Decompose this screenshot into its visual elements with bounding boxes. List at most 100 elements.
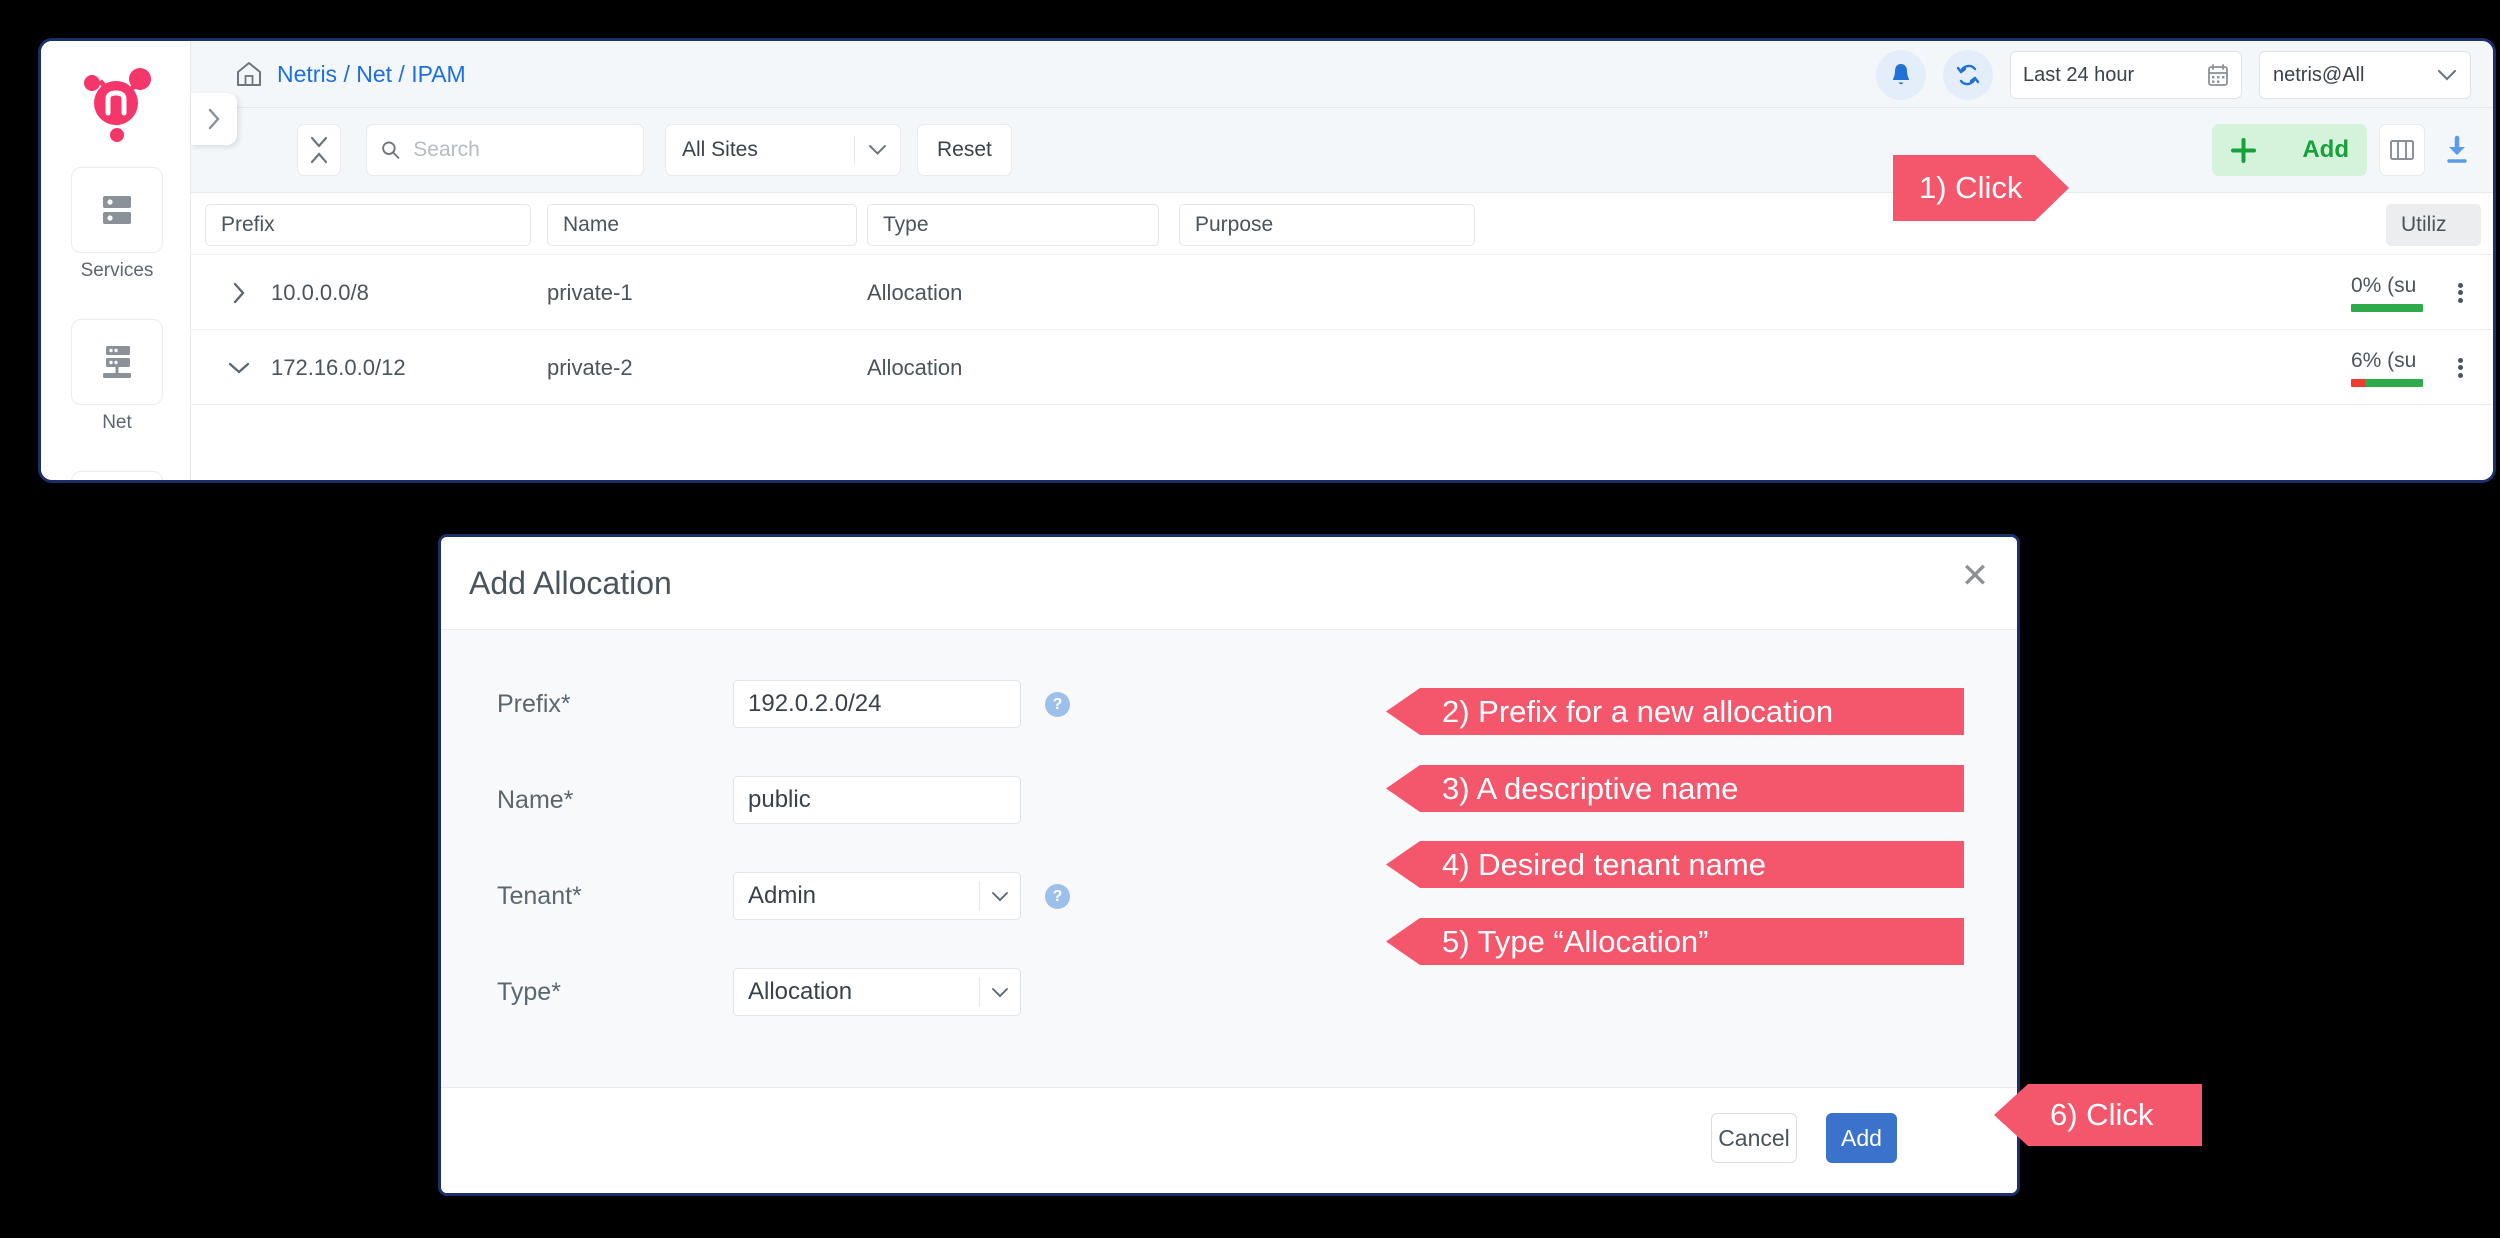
- callout-step-3: 3) A descriptive name: [1386, 765, 1964, 812]
- sidebar-item-label: Services: [80, 260, 154, 281]
- field-label-type: Type*: [497, 977, 561, 1006]
- cell-type: Allocation: [867, 354, 963, 380]
- chevron-down-icon: [980, 987, 1020, 998]
- prefix-field[interactable]: [733, 680, 1021, 728]
- date-range-picker[interactable]: Last 24 hour: [2010, 51, 2242, 99]
- modal-header: Add Allocation ✕: [441, 537, 2017, 629]
- calendar-icon: [2208, 64, 2228, 86]
- tenant-selector[interactable]: netris@All: [2259, 51, 2471, 99]
- chevron-down-icon: [228, 362, 250, 374]
- bell-icon: [1893, 64, 1909, 85]
- reset-label: Reset: [937, 138, 992, 161]
- cell-type: Allocation: [867, 279, 963, 305]
- name-input[interactable]: [734, 786, 1020, 814]
- column-filter-type[interactable]: Type: [867, 204, 1159, 246]
- column-filter-name[interactable]: Name: [547, 204, 857, 246]
- ipam-table: Prefix Name Type Purpose Utiliz 10.0.0.0…: [191, 192, 2493, 480]
- callout-text: 3) A descriptive name: [1442, 770, 1739, 806]
- notifications-button[interactable]: [1876, 50, 1926, 100]
- collapse-rows-icon: [310, 136, 328, 164]
- home-icon: [237, 62, 261, 86]
- modal-add-label: Add: [1841, 1124, 1882, 1151]
- sites-select[interactable]: All Sites: [665, 124, 901, 176]
- column-filter-prefix[interactable]: Prefix: [205, 204, 531, 246]
- columns-icon: [2390, 140, 2414, 160]
- breadcrumb-label[interactable]: Netris / Net / IPAM: [277, 61, 466, 88]
- add-button-label: Add: [2302, 136, 2349, 163]
- cell-utilization: 0% (su: [2351, 255, 2431, 330]
- partial-icon: [71, 471, 163, 480]
- utilization-bar: [2351, 303, 2423, 312]
- table-filter-row: Prefix Name Type Purpose Utiliz: [191, 193, 2493, 255]
- topbar: Netris / Net / IPAM Last 24 hour netris@…: [191, 41, 2493, 108]
- help-icon-prefix[interactable]: ?: [1045, 692, 1070, 717]
- chevron-right-icon: [208, 108, 220, 130]
- row-menu-button[interactable]: [2445, 330, 2475, 405]
- refresh-button[interactable]: [1943, 50, 1993, 100]
- cell-name: private-2: [547, 354, 633, 380]
- search-icon: [382, 141, 400, 159]
- refresh-icon: [1956, 64, 1980, 86]
- help-icon-tenant[interactable]: ?: [1045, 884, 1070, 909]
- field-row-type: Type* Allocation: [441, 968, 2017, 1016]
- browser-window: Services Net Netris / Net / IPAM Last 24…: [38, 38, 2496, 483]
- column-header-utilization[interactable]: Utiliz: [2386, 204, 2481, 246]
- tenant-select-value: Admin: [748, 882, 817, 909]
- callout-text: 5) Type “Allocation”: [1442, 923, 1709, 959]
- chevron-right-icon: [233, 282, 245, 303]
- sidebar-expand-button[interactable]: [191, 93, 237, 145]
- cell-prefix: 10.0.0.0/8: [271, 279, 369, 305]
- cancel-button[interactable]: Cancel: [1711, 1113, 1797, 1163]
- divider: [854, 136, 855, 164]
- name-field[interactable]: [733, 776, 1021, 824]
- sidebar-item-partial[interactable]: [71, 471, 163, 480]
- row-expander[interactable]: [226, 330, 252, 405]
- type-select-value: Allocation: [748, 978, 853, 1005]
- close-icon[interactable]: ✕: [1955, 556, 1995, 596]
- collapse-rows-button[interactable]: [297, 124, 341, 176]
- callout-text: 1) Click: [1919, 170, 2023, 205]
- columns-button[interactable]: [2379, 124, 2425, 176]
- callout-text: 6) Click: [2050, 1097, 2154, 1132]
- row-expander[interactable]: [226, 255, 252, 330]
- plus-icon: [2231, 137, 2256, 163]
- chevron-down-icon: [2437, 69, 2457, 80]
- callout-step-2: 2) Prefix for a new allocation: [1386, 688, 1964, 735]
- field-label-name: Name*: [497, 785, 574, 814]
- cell-prefix: 172.16.0.0/12: [271, 354, 406, 380]
- modal-footer: Cancel Add: [441, 1088, 2017, 1193]
- chevron-down-icon: [869, 145, 886, 155]
- table-row[interactable]: 10.0.0.0/8 private-1 Allocation 0% (su: [191, 255, 2493, 330]
- row-menu-button[interactable]: [2445, 255, 2475, 330]
- callout-step-5: 5) Type “Allocation”: [1386, 918, 1964, 965]
- utilization-label: 0% (su: [2351, 273, 2417, 297]
- callout-text: 4) Desired tenant name: [1442, 846, 1766, 882]
- cell-utilization: 6% (su: [2351, 330, 2431, 405]
- cell-name: private-1: [547, 279, 633, 305]
- modal-add-button[interactable]: Add: [1826, 1113, 1897, 1163]
- column-filter-purpose[interactable]: Purpose: [1179, 204, 1475, 246]
- sidebar: Services Net: [41, 41, 191, 480]
- callout-step-6: 6) Click: [1994, 1084, 2202, 1146]
- sidebar-item-services[interactable]: Services: [71, 167, 163, 282]
- add-button[interactable]: Add: [2212, 124, 2367, 176]
- breadcrumb[interactable]: Netris / Net / IPAM: [235, 60, 466, 88]
- network-rack-icon: [71, 319, 163, 405]
- type-select[interactable]: Allocation: [733, 968, 1021, 1016]
- date-range-value: Last 24 hour: [2023, 63, 2135, 86]
- download-icon: [2447, 135, 2467, 163]
- sidebar-item-net[interactable]: Net: [71, 319, 163, 434]
- tenant-value: netris@All: [2273, 63, 2365, 86]
- field-label-prefix: Prefix*: [497, 689, 571, 718]
- tenant-select[interactable]: Admin: [733, 872, 1021, 920]
- search-field[interactable]: [366, 124, 644, 176]
- utilization-bar: [2351, 378, 2423, 387]
- table-row[interactable]: 172.16.0.0/12 private-2 Allocation 6% (s…: [191, 330, 2493, 405]
- utilization-label: 6% (su: [2351, 348, 2417, 372]
- download-button[interactable]: [2437, 130, 2477, 170]
- filter-toolbar: All Sites Reset Add: [191, 108, 2493, 192]
- prefix-input[interactable]: [734, 690, 1020, 718]
- search-input[interactable]: [411, 137, 629, 163]
- reset-button[interactable]: Reset: [917, 124, 1012, 176]
- sites-select-value: All Sites: [682, 138, 758, 161]
